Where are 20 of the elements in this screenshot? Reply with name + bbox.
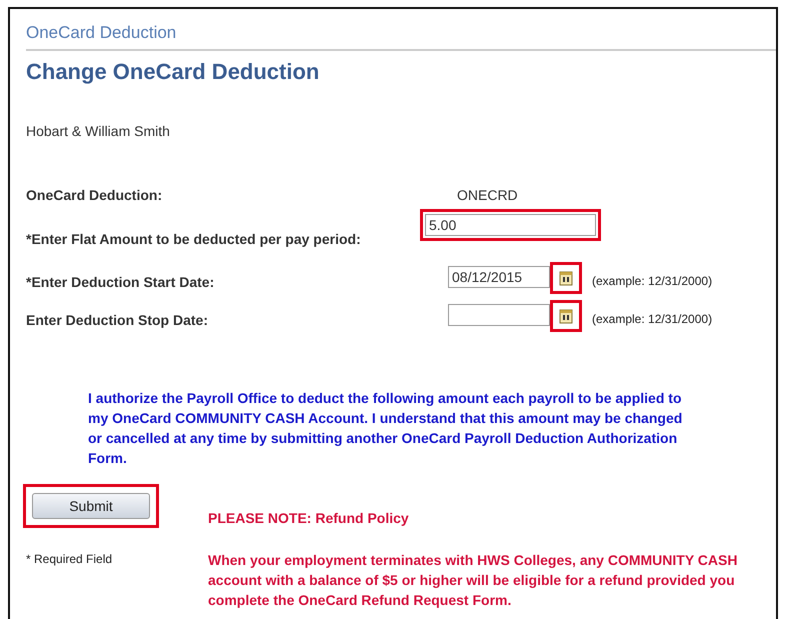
field-label: *Enter Flat Amount to be deducted per pay period: xyxy=(26,231,362,249)
breadcrumb-title: OneCard Deduction xyxy=(26,23,776,51)
refund-policy-text: When your employment terminates with HWS Colleges, any COMMUNITY CASH account with a balance of $5 or higher will be eligible for a refund provided you complete the OneCard Refund Request Form. xyxy=(208,551,738,610)
page-heading: Change OneCard Deduction xyxy=(26,59,320,85)
calendar-icon[interactable] xyxy=(559,308,573,324)
submit-button[interactable]: Submit xyxy=(32,493,150,519)
date-hint: (example: 12/31/2000) xyxy=(592,274,712,290)
refund-policy-title: PLEASE NOTE: Refund Policy xyxy=(208,509,410,528)
field-label: OneCard Deduction: xyxy=(26,187,164,205)
field-value: ONECRD xyxy=(457,187,518,205)
field-label: Enter Deduction Stop Date: xyxy=(26,312,210,330)
required-field-note: * Required Field xyxy=(26,552,114,568)
employer-name: Hobart & William Smith xyxy=(26,123,171,139)
authorization-text: I authorize the Payroll Office to deduct the following amount each payroll to be applied to my OneCard COMMUNITY CASH Account. I understand that this amount may be changed or cancelled at any time by submitting another OneCard Payroll Deduction Authorization Form. xyxy=(88,389,684,468)
date-hint: (example: 12/31/2000) xyxy=(592,312,712,328)
amount-field[interactable]: 5.00 xyxy=(425,214,596,236)
field-label: *Enter Deduction Start Date: xyxy=(26,274,216,292)
date-field[interactable]: 08/12/2015 xyxy=(448,266,550,288)
calendar-icon[interactable] xyxy=(559,270,573,286)
date-field[interactable] xyxy=(448,304,550,326)
